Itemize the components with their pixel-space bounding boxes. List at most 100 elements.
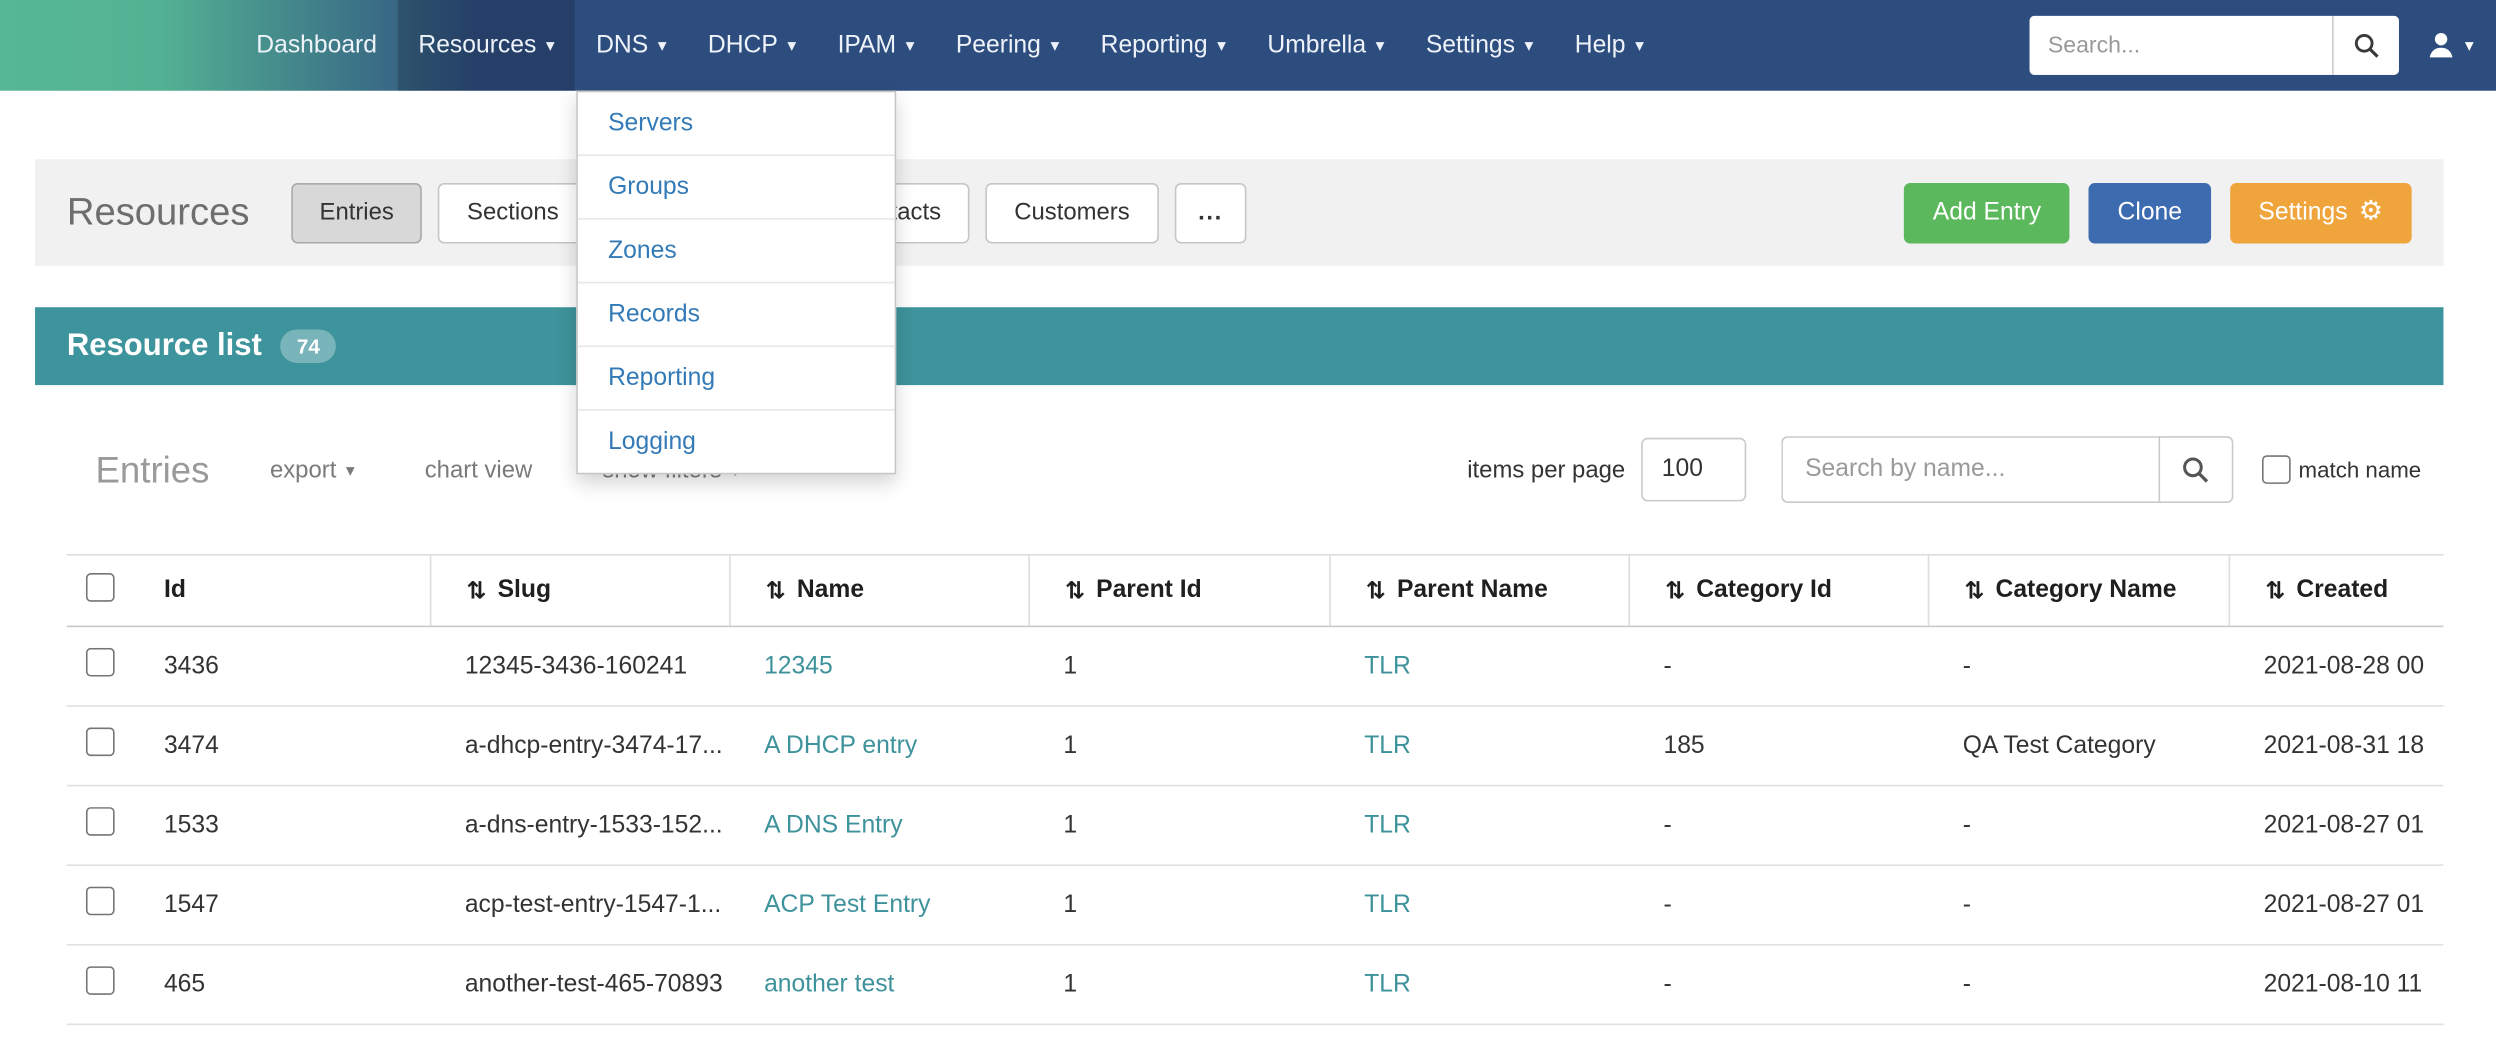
cell-parent-id: 1 xyxy=(1028,970,1329,999)
column-label: Parent Name xyxy=(1397,576,1548,605)
main-nav: Dashboard Resources DNS DHCP IPAM Peerin… xyxy=(236,0,1665,91)
toolbar-right-group: items per page match name xyxy=(1467,436,2421,503)
nav-item-settings[interactable]: Settings xyxy=(1405,0,1554,91)
sort-icon xyxy=(466,575,486,605)
row-checkbox[interactable] xyxy=(86,966,115,995)
global-search-input[interactable] xyxy=(2030,16,2332,75)
top-navbar: Dashboard Resources DNS DHCP IPAM Peerin… xyxy=(0,0,2496,91)
row-checkbox[interactable] xyxy=(86,887,115,916)
nav-item-help[interactable]: Help xyxy=(1554,0,1665,91)
cell-name: 12345 xyxy=(729,652,1028,681)
column-header-slug[interactable]: Slug xyxy=(430,556,729,626)
nav-item-peering[interactable]: Peering xyxy=(935,0,1080,91)
select-all-checkbox[interactable] xyxy=(86,572,115,601)
nav-item-umbrella[interactable]: Umbrella xyxy=(1247,0,1405,91)
more-tabs-button[interactable]: ... xyxy=(1174,182,1246,242)
chevron-down-icon xyxy=(2465,38,2474,56)
column-header-parent-id[interactable]: Parent Id xyxy=(1028,556,1329,626)
nav-label: Resources xyxy=(418,31,536,60)
row-checkbox[interactable] xyxy=(86,648,115,677)
entry-name-link[interactable]: 12345 xyxy=(764,652,833,679)
tab-customers[interactable]: Customers xyxy=(986,182,1159,242)
column-header-parent-name[interactable]: Parent Name xyxy=(1329,556,1628,626)
parent-name-link[interactable]: TLR xyxy=(1364,970,1411,997)
app-root: Dashboard Resources DNS DHCP IPAM Peerin… xyxy=(0,0,2496,1057)
dns-menu-item-logging[interactable]: Logging xyxy=(578,409,895,473)
row-checkbox[interactable] xyxy=(86,727,115,756)
table-row: 3474 a-dhcp-entry-3474-17... A DHCP entr… xyxy=(67,707,2444,787)
dns-menu-item-records[interactable]: Records xyxy=(578,282,895,346)
page-content: Resources Entries Sections Contacts Cust… xyxy=(35,159,2443,1057)
entry-name-link[interactable]: ACP Test Entry xyxy=(764,891,930,918)
table-row: 3436 12345-3436-160241 12345 1 TLR - - 2… xyxy=(67,627,2444,707)
cell-category-name: - xyxy=(1928,891,2229,920)
chevron-down-icon xyxy=(346,462,355,480)
column-header-name[interactable]: Name xyxy=(729,556,1028,626)
cell-parent-id: 1 xyxy=(1028,731,1329,760)
dns-menu-item-zones[interactable]: Zones xyxy=(578,218,895,282)
column-header-created[interactable]: Created xyxy=(2229,556,2444,626)
add-entry-button[interactable]: Add Entry xyxy=(1904,182,2070,242)
column-header-category-name[interactable]: Category Name xyxy=(1928,556,2229,626)
user-menu[interactable] xyxy=(2416,29,2484,62)
cell-id: 3436 xyxy=(153,652,430,681)
parent-name-link[interactable]: TLR xyxy=(1364,891,1411,918)
dns-menu-item-servers[interactable]: Servers xyxy=(578,92,895,154)
match-name-checkbox[interactable] xyxy=(2262,455,2291,484)
nav-item-dashboard[interactable]: Dashboard xyxy=(236,0,398,91)
cell-id: 465 xyxy=(153,970,430,999)
cell-category-id: - xyxy=(1628,652,1927,681)
column-header-id[interactable]: Id xyxy=(153,556,430,626)
column-label: Id xyxy=(164,576,186,605)
chevron-down-icon xyxy=(658,38,667,56)
page-title: Resources xyxy=(67,190,250,235)
entries-section-title: Entries xyxy=(96,448,210,491)
export-menu[interactable]: export xyxy=(270,456,355,483)
entries-toolbar: Entries export chart view show filters +… xyxy=(67,385,2444,554)
chevron-down-icon xyxy=(1217,38,1226,56)
nav-item-dns[interactable]: DNS xyxy=(575,0,687,91)
tab-sections[interactable]: Sections xyxy=(438,182,587,242)
name-search-input[interactable] xyxy=(1781,436,2158,503)
parent-name-link[interactable]: TLR xyxy=(1364,731,1411,758)
nav-item-resources[interactable]: Resources xyxy=(398,0,576,91)
cell-parent-id: 1 xyxy=(1028,811,1329,840)
tab-entries[interactable]: Entries xyxy=(291,182,423,242)
nav-item-dhcp[interactable]: DHCP xyxy=(687,0,817,91)
chevron-down-icon xyxy=(1376,38,1385,56)
chart-view-link[interactable]: chart view xyxy=(425,456,532,483)
row-checkbox[interactable] xyxy=(86,807,115,836)
nav-item-reporting[interactable]: Reporting xyxy=(1080,0,1247,91)
nav-label: Peering xyxy=(956,31,1041,60)
nav-label: DNS xyxy=(596,31,648,60)
column-header-category-id[interactable]: Category Id xyxy=(1628,556,1927,626)
items-per-page-input[interactable] xyxy=(1641,438,1746,502)
dns-menu-item-reporting[interactable]: Reporting xyxy=(578,345,895,409)
entry-name-link[interactable]: A DHCP entry xyxy=(764,731,917,758)
clone-label: Clone xyxy=(2118,198,2182,227)
parent-name-link[interactable]: TLR xyxy=(1364,811,1411,838)
column-label: Category Name xyxy=(1995,576,2176,605)
global-search-button[interactable] xyxy=(2333,16,2400,75)
dns-menu-item-groups[interactable]: Groups xyxy=(578,154,895,218)
entry-name-link[interactable]: A DNS Entry xyxy=(764,811,902,838)
column-label: Slug xyxy=(498,576,551,605)
match-name-group: match name xyxy=(2262,455,2421,484)
resource-list-title: Resource list xyxy=(67,328,262,365)
entry-name-link[interactable]: another test xyxy=(764,970,894,997)
settings-button[interactable]: Settings xyxy=(2230,182,2412,242)
nav-item-ipam[interactable]: IPAM xyxy=(817,0,935,91)
cell-parent-name: TLR xyxy=(1329,811,1628,840)
cell-name: A DNS Entry xyxy=(729,811,1028,840)
name-search-button[interactable] xyxy=(2158,436,2233,503)
sort-icon xyxy=(1964,575,1984,605)
cell-name: another test xyxy=(729,970,1028,999)
clone-button[interactable]: Clone xyxy=(2089,182,2211,242)
column-label: Created xyxy=(2296,576,2388,605)
cell-category-id: - xyxy=(1628,970,1927,999)
global-search-group xyxy=(2030,16,2399,75)
nav-label: DHCP xyxy=(708,31,778,60)
parent-name-link[interactable]: TLR xyxy=(1364,652,1411,679)
cell-parent-name: TLR xyxy=(1329,970,1628,999)
cell-created: 2021-08-27 01 xyxy=(2229,811,2444,840)
